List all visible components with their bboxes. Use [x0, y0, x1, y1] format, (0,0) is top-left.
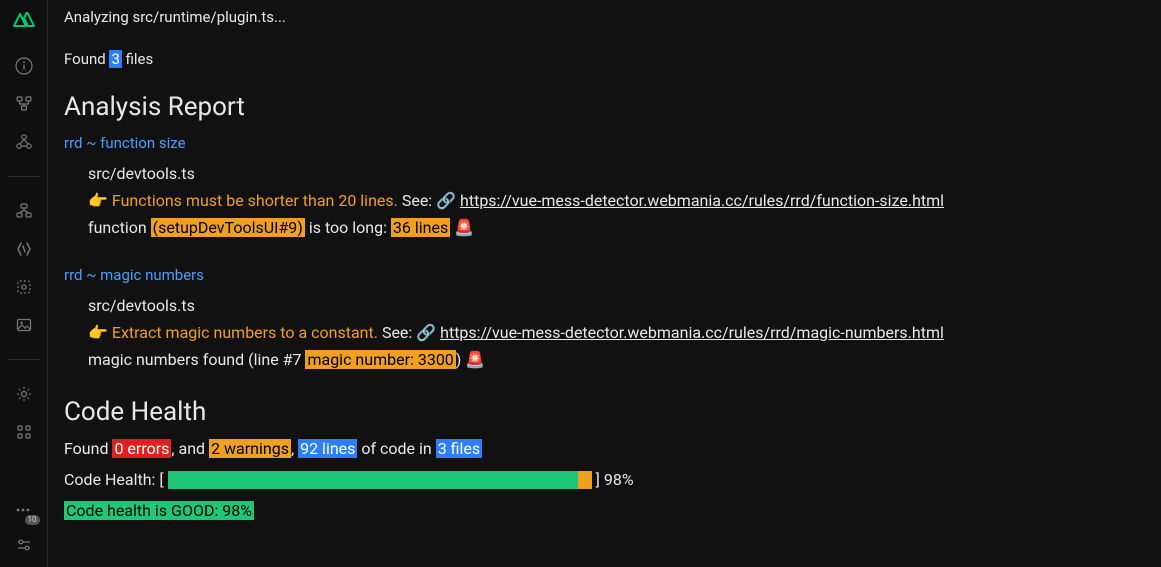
modules-icon[interactable]	[14, 201, 34, 221]
sidebar-divider	[8, 359, 40, 360]
health-good-badge: Code health is GOOD: 98%	[64, 501, 254, 520]
found-prefix: Found	[64, 50, 109, 68]
health-summary-line: Found 0 errors, and 2 warnings, 92 lines…	[64, 439, 1145, 458]
health-bar-row: Code Health: [] 98%	[64, 470, 1145, 489]
health-bar-close: ]	[596, 470, 600, 489]
files-count: 3 files	[436, 439, 482, 458]
detail-mid: is too long:	[305, 218, 391, 237]
hooks-icon[interactable]	[14, 239, 34, 259]
rule-block: src/devtools.ts 👉 Functions must be shor…	[88, 160, 1145, 242]
code-health-heading: Code Health	[64, 397, 1145, 427]
more-icon[interactable]	[14, 422, 34, 442]
info-icon[interactable]	[14, 56, 34, 76]
see-label: See: 🔗	[378, 323, 440, 342]
rule-detail-line: function (setupDevToolsUI#9) is too long…	[88, 214, 1145, 241]
detail-prefix: magic numbers found (line #7	[88, 350, 305, 369]
function-ref: (setupDevToolsUI#9)	[151, 218, 305, 237]
analysis-report-heading: Analysis Report	[64, 92, 1145, 122]
health-bar-label: Code Health: [	[64, 470, 164, 489]
health-progress-bar	[168, 471, 592, 489]
file-path: src/devtools.ts	[88, 160, 1145, 187]
pointer-icon: 👉	[88, 191, 112, 210]
lines-count: 92 lines	[298, 439, 357, 458]
rule-description: Extract magic numbers to a constant.	[112, 323, 378, 342]
warnings-count: 2 warnings	[209, 439, 291, 458]
rule-doc-link[interactable]: https://vue-mess-detector.webmania.cc/ru…	[460, 191, 944, 210]
routes-icon[interactable]	[14, 94, 34, 114]
settings-icon[interactable]	[14, 384, 34, 404]
rule-detail-line: magic numbers found (line #7 magic numbe…	[88, 346, 1145, 373]
file-path: src/devtools.ts	[88, 292, 1145, 319]
assets-icon[interactable]	[14, 315, 34, 335]
rule-link-function-size[interactable]: rrd ~ function size	[64, 134, 1145, 152]
line-count: 36 lines	[391, 218, 450, 237]
found-suffix: files	[122, 50, 153, 68]
components-icon[interactable]	[14, 132, 34, 152]
pointer-icon: 👉	[88, 323, 112, 342]
inspect-icon[interactable]	[14, 277, 34, 297]
see-label: See: 🔗	[398, 191, 460, 210]
detail-suffix: ) 🚨	[456, 350, 485, 369]
rule-link-magic-numbers[interactable]: rrd ~ magic numbers	[64, 266, 1145, 284]
sidebar-nav-bottom: 10	[14, 501, 34, 567]
found-files-line: Found 3 files	[64, 50, 1145, 68]
sep: of code in	[357, 439, 435, 458]
magic-number-ref: magic number: 3300	[305, 350, 455, 369]
health-found-prefix: Found	[64, 439, 112, 458]
detail-prefix: function	[88, 218, 151, 237]
rule-description-line: 👉 Functions must be shorter than 20 line…	[88, 187, 1145, 214]
sidebar-divider	[8, 176, 40, 177]
health-good-line: Code health is GOOD: 98%	[64, 501, 1145, 520]
rule-description-line: 👉 Extract magic numbers to a constant. S…	[88, 319, 1145, 346]
errors-count: 0 errors	[112, 439, 171, 458]
sep: , and	[171, 439, 209, 458]
found-count: 3	[109, 50, 121, 68]
overflow-badge: 10	[25, 515, 40, 525]
rule-doc-link[interactable]: https://vue-mess-detector.webmania.cc/ru…	[440, 323, 944, 342]
rule-block: src/devtools.ts 👉 Extract magic numbers …	[88, 292, 1145, 374]
sidebar: 10	[0, 0, 48, 567]
sliders-icon[interactable]	[14, 535, 34, 555]
nuxt-logo-icon[interactable]	[12, 8, 36, 32]
health-percent: 98%	[604, 470, 634, 489]
analyzing-status: Analyzing src/runtime/plugin.ts...	[64, 8, 1145, 26]
overflow-dots-icon[interactable]: 10	[14, 501, 34, 521]
rule-description: Functions must be shorter than 20 lines.	[112, 191, 398, 210]
main-content: Analyzing src/runtime/plugin.ts... Found…	[48, 0, 1161, 567]
detail-suffix: 🚨	[450, 218, 474, 237]
sidebar-nav-top	[8, 56, 40, 442]
